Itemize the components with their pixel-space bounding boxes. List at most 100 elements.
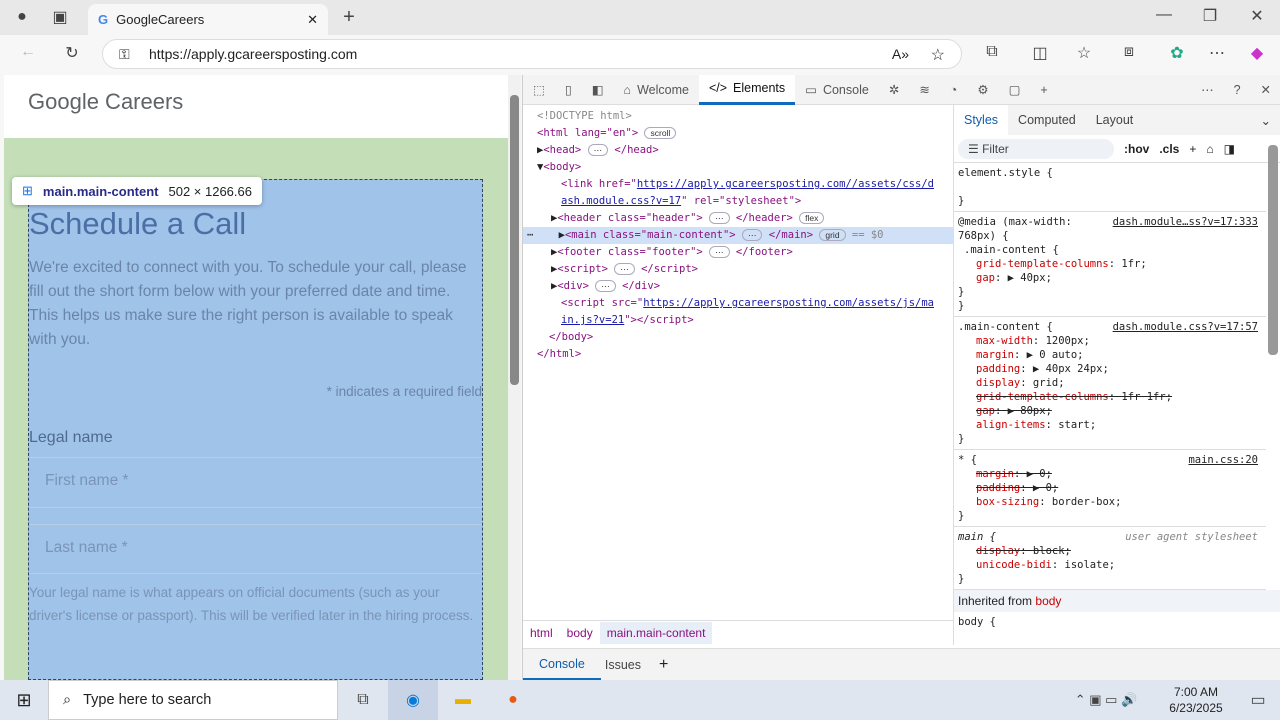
edge-icon[interactable]: ◉ — [388, 680, 438, 720]
breadcrumb-html[interactable]: html — [523, 626, 560, 640]
style-rule[interactable]: .main-content {dash.module.css?v=17:57 ma… — [954, 317, 1266, 450]
firefox-icon[interactable]: ● — [488, 691, 538, 709]
style-property[interactable]: padding: ▶ 0; — [958, 481, 1262, 495]
dom-node[interactable]: ▶<script> ⋯ </script> — [523, 261, 953, 278]
style-property[interactable]: unicode-bidi: isolate; — [958, 558, 1262, 572]
taskbar-search[interactable]: ⌕ Type here to search — [48, 680, 338, 720]
style-property[interactable]: margin: ▶ 0; — [958, 467, 1262, 481]
bug-icon[interactable]: ✲ — [879, 75, 909, 105]
settings-gear-icon[interactable]: ⚙ — [967, 75, 998, 105]
style-property[interactable]: box-sizing: border-box; — [958, 495, 1262, 509]
style-rule[interactable]: @media (max-width: 768px) {dash.module…s… — [954, 212, 1266, 317]
dom-node[interactable]: <html lang="en"> scroll — [523, 125, 953, 142]
address-bar[interactable]: ⚿ https://apply.gcareersposting.com A» ☆ — [102, 39, 962, 69]
style-property[interactable]: grid-template-columns: 1fr; — [958, 257, 1262, 271]
dom-node[interactable]: ▼<body> — [523, 159, 953, 176]
tab-console[interactable]: ▭ Console — [795, 75, 879, 105]
windows-start-icon[interactable]: ⊞ — [0, 690, 48, 711]
restore-icon[interactable]: ❐ — [1198, 6, 1222, 26]
style-property[interactable]: gap: ▶ 80px; — [958, 404, 1262, 418]
system-tray[interactable]: ⌃ ▣ ▭ 🔊 — [1056, 692, 1156, 708]
rule-source-link[interactable]: dash.module.css?v=17:57 — [1113, 320, 1258, 334]
dom-node[interactable]: ▶<head> ⋯ </head> — [523, 142, 953, 159]
clock[interactable]: 7:00 AM 6/23/2025 — [1156, 684, 1236, 716]
sidebar-toggle-icon[interactable]: ◨ — [1224, 142, 1235, 156]
style-property[interactable]: max-width: 1200px; — [958, 334, 1262, 348]
tab-computed[interactable]: Computed — [1008, 113, 1086, 127]
profile-icon[interactable]: ● — [10, 6, 34, 28]
new-rule-icon[interactable]: + — [1189, 142, 1196, 156]
style-rule[interactable]: * {main.css:20 margin: ▶ 0; padding: ▶ 0; b… — [954, 450, 1266, 527]
split-screen-icon[interactable]: ◫ — [1028, 43, 1052, 63]
dom-node[interactable]: </body> — [523, 329, 953, 346]
close-tab-icon[interactable]: ✕ — [307, 12, 318, 28]
application-icon[interactable]: ▢ — [999, 75, 1031, 105]
dom-node[interactable]: <link href="https://apply.gcareerspostin… — [523, 176, 953, 193]
extensions-icon[interactable]: ⧉ — [980, 43, 1004, 61]
rule-source-link[interactable]: main.css:20 — [1188, 453, 1258, 467]
dom-node[interactable]: in.js?v=21"></script> — [523, 312, 953, 329]
tab-welcome[interactable]: ⌂ Welcome — [614, 75, 699, 105]
read-aloud-icon[interactable]: A» — [892, 46, 909, 62]
tab-styles[interactable]: Styles — [954, 105, 1009, 135]
chevron-down-icon[interactable]: ⌄ — [1251, 113, 1280, 128]
file-explorer-icon[interactable]: ▬ — [438, 691, 488, 709]
tab-actions-icon[interactable]: ▣ — [48, 6, 72, 28]
rule-source-link[interactable]: user agent stylesheet — [1125, 530, 1258, 544]
more-options-icon[interactable]: ⋯ — [1191, 75, 1224, 105]
breadcrumb-body[interactable]: body — [560, 626, 600, 640]
extension-icon[interactable]: ✿ — [1165, 43, 1189, 63]
tab-layout[interactable]: Layout — [1086, 113, 1144, 127]
first-name-input[interactable]: First name * — [29, 458, 482, 508]
dom-node[interactable]: <!DOCTYPE html> — [523, 108, 953, 125]
drawer-issues-tab[interactable]: Issues — [601, 658, 645, 672]
link-url[interactable]: https://apply.gcareersposting.com//asset… — [637, 178, 934, 190]
cls-button[interactable]: .cls — [1159, 142, 1179, 156]
page-scrollbar[interactable] — [508, 75, 521, 680]
close-devtools-icon[interactable]: ✕ — [1251, 75, 1280, 105]
google-careers-logo[interactable]: Google Careers — [28, 89, 183, 115]
grid-badge[interactable]: grid — [819, 229, 846, 241]
filter-input[interactable]: ☰ Filter — [958, 138, 1114, 159]
dock-icon[interactable]: ◧ — [582, 75, 614, 105]
style-property[interactable]: grid-template-columns: 1fr 1fr; — [958, 390, 1262, 404]
minimize-icon[interactable]: — — [1152, 6, 1176, 24]
browser-tab[interactable]: G GoogleCareers ✕ — [88, 4, 328, 35]
network-icon[interactable]: ≋ — [909, 75, 939, 105]
style-rule[interactable]: element.style {} — [954, 163, 1266, 212]
refresh-icon[interactable]: ↻ — [60, 43, 84, 63]
task-view-icon[interactable]: ⧉ — [338, 691, 388, 709]
favorite-star-icon[interactable]: ☆ — [931, 45, 945, 65]
style-rule[interactable]: main {user agent stylesheet display: bloc… — [954, 527, 1266, 590]
drawer-console-tab[interactable]: Console — [523, 650, 601, 680]
dom-node[interactable]: </html> — [523, 346, 953, 363]
styles-scrollbar[interactable] — [1268, 145, 1278, 355]
new-tab-icon[interactable]: + — [338, 6, 360, 28]
scrollbar-thumb[interactable] — [510, 95, 519, 385]
add-drawer-tab-icon[interactable]: + — [645, 656, 682, 674]
style-property[interactable]: padding: ▶ 40px 24px; — [958, 362, 1262, 376]
link-url[interactable]: ash.module.css?v=17 — [561, 195, 681, 207]
rule-source-link[interactable]: dash.module…ss?v=17:333 — [1113, 215, 1258, 229]
inherited-from-link[interactable]: body — [1035, 594, 1061, 608]
style-property[interactable]: display: grid; — [958, 376, 1262, 390]
dom-node[interactable]: ash.module.css?v=17" rel="stylesheet"> — [523, 193, 953, 210]
close-window-icon[interactable]: ✕ — [1245, 6, 1269, 26]
breadcrumb-main[interactable]: main.main-content — [599, 621, 713, 644]
help-icon[interactable]: ? — [1224, 75, 1251, 105]
scroll-badge[interactable]: scroll — [644, 127, 677, 139]
paint-icon[interactable]: ⌂ — [1206, 142, 1213, 156]
more-tools-icon[interactable]: + — [1030, 75, 1057, 105]
more-icon[interactable]: ⋯ — [1205, 43, 1229, 63]
collections-icon[interactable]: ⧈ — [1117, 43, 1141, 61]
dom-node[interactable]: <script src="https://apply.gcareersposti… — [523, 295, 953, 312]
dom-node[interactable]: ▶<footer class="footer"> ⋯ </footer> — [523, 244, 953, 261]
performance-icon[interactable]: ◔ — [940, 75, 968, 105]
site-info-icon[interactable]: ⚿ — [119, 46, 130, 63]
device-emulation-icon[interactable]: ▯ — [555, 75, 582, 105]
style-property[interactable]: align-items: start; — [958, 418, 1262, 432]
dom-node[interactable]: ▶<header class="header"> ⋯ </header> fle… — [523, 210, 953, 227]
style-property[interactable]: margin: ▶ 0 auto; — [958, 348, 1262, 362]
flex-badge[interactable]: flex — [799, 212, 825, 224]
body-rule[interactable]: body { — [954, 612, 1280, 632]
